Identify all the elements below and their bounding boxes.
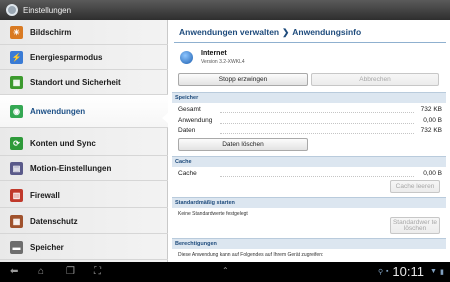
sidebar-item-label: Standort und Sicherheit <box>30 77 121 87</box>
row-label: Daten <box>178 127 196 134</box>
defaults-note: Keine Standardwerte festgelegt <box>178 211 248 217</box>
divider <box>174 42 446 43</box>
motion-icon: ▤ <box>10 161 23 175</box>
notification-icon: ▪ <box>386 268 389 275</box>
system-bar: ⬅ ⌂ ❐ ⛶ ⌃ ⚲ ▪ 10:11 ▼ ▮ <box>0 262 450 282</box>
sidebar-item-speicher[interactable]: ▬ Speicher <box>0 235 168 260</box>
sidebar-item-anwendungen[interactable]: ◉ Anwendungen <box>0 95 168 128</box>
sidebar-item-label: Firewall <box>30 190 60 200</box>
sidebar-item-bildschirm[interactable]: ☀ Bildschirm <box>0 20 168 45</box>
breadcrumb-parent[interactable]: Anwendungen verwalten <box>179 27 279 37</box>
location-security-icon: ▦ <box>10 75 23 89</box>
sidebar-item-label: Konten und Sync <box>30 138 96 148</box>
section-header-cache: Cache <box>172 156 446 167</box>
battery-icon: ▮ <box>440 269 444 276</box>
force-stop-button[interactable]: Stopp erzwingen <box>178 73 308 86</box>
row-value: 0,00 B <box>423 170 442 177</box>
screenshot-icon[interactable]: ⛶ <box>94 266 101 277</box>
clear-cache-button[interactable]: Cache leeren <box>390 180 440 193</box>
sidebar-item-label: Datenschutz <box>30 216 78 226</box>
sidebar-item-konten-sync[interactable]: ⟳ Konten und Sync <box>0 131 168 156</box>
storage-row-total: Gesamt 732 KB <box>178 106 442 115</box>
sidebar-item-label: Speicher <box>30 242 64 252</box>
breadcrumb-current: Anwendungsinfo <box>292 27 362 37</box>
recent-apps-icon[interactable]: ❐ <box>66 266 75 277</box>
row-value: 732 KB <box>420 106 442 113</box>
divider <box>220 133 414 134</box>
breadcrumb: Anwendungen verwalten ❯ Anwendungsinfo <box>179 27 361 38</box>
app-version: Version 3.2-XWKL4 <box>201 59 245 65</box>
wifi-icon: ▼ <box>430 268 437 275</box>
settings-sidebar: ☀ Bildschirm ⚡ Energiesparmodus ▦ Stando… <box>0 20 168 262</box>
cache-row: Cache 0,00 B <box>178 170 442 179</box>
sidebar-item-standort-sicherheit[interactable]: ▦ Standort und Sicherheit <box>0 70 168 95</box>
chevron-up-icon[interactable]: ⌃ <box>222 266 229 275</box>
usb-icon: ⚲ <box>378 269 384 276</box>
row-label: Anwendung <box>178 117 213 124</box>
sidebar-item-datenschutz[interactable]: ▦ Datenschutz <box>0 209 168 234</box>
back-icon[interactable]: ⬅ <box>10 266 18 277</box>
clear-data-button[interactable]: Daten löschen <box>178 138 308 151</box>
section-header-permissions: Berechtigungen <box>172 238 446 249</box>
storage-row-app: Anwendung 0,00 B <box>178 117 442 126</box>
globe-icon <box>180 51 193 64</box>
sidebar-item-label: Anwendungen <box>30 106 86 116</box>
section-header-storage: Speicher <box>172 92 446 103</box>
storage-row-data: Daten 732 KB <box>178 127 442 136</box>
sidebar-item-label: Motion-Einstellungen <box>30 163 112 173</box>
storage-icon: ▬ <box>10 240 23 254</box>
chevron-right-icon: ❯ <box>282 27 290 37</box>
window-title: Einstellungen <box>23 5 72 15</box>
divider <box>220 176 414 177</box>
section-header-defaults: Standardmäßig starten <box>172 197 446 208</box>
uninstall-button[interactable]: Abbrechen <box>311 73 439 86</box>
clear-defaults-button[interactable]: Standardwer te löschen <box>390 217 440 234</box>
title-bar: Einstellungen <box>0 0 450 20</box>
divider <box>220 123 414 124</box>
permissions-note: Diese Anwendung kann auf Folgendes auf I… <box>178 252 324 258</box>
sidebar-item-label: Energiesparmodus <box>30 52 103 62</box>
app-name: Internet <box>201 50 227 57</box>
firewall-icon: ▥ <box>10 188 23 202</box>
sidebar-item-firewall[interactable]: ▥ Firewall <box>0 183 168 208</box>
row-value: 0,00 B <box>423 117 442 124</box>
row-label: Gesamt <box>178 106 201 113</box>
divider <box>220 112 414 113</box>
display-icon: ☀ <box>10 25 23 39</box>
sidebar-item-energiesparmodus[interactable]: ⚡ Energiesparmodus <box>0 45 168 70</box>
power-saving-icon: ⚡ <box>10 50 23 64</box>
row-label: Cache <box>178 170 197 177</box>
clock: 10:11 <box>392 264 424 279</box>
sidebar-item-motion[interactable]: ▤ Motion-Einstellungen <box>0 156 168 181</box>
sidebar-item-label: Bildschirm <box>30 27 72 37</box>
row-value: 732 KB <box>420 127 442 134</box>
accounts-sync-icon: ⟳ <box>10 136 23 150</box>
app-info-pane: Anwendungen verwalten ❯ Anwendungsinfo Int… <box>168 20 450 262</box>
privacy-icon: ▦ <box>10 214 23 228</box>
home-icon[interactable]: ⌂ <box>38 266 44 277</box>
settings-gear-icon <box>6 4 18 16</box>
applications-icon: ◉ <box>10 104 23 118</box>
